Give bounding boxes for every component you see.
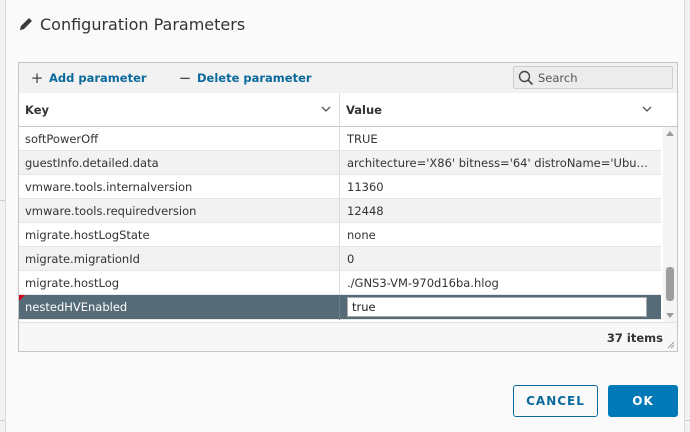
cell-divider — [339, 127, 340, 151]
chevron-down-icon[interactable] — [321, 105, 331, 113]
grid-rows: softPowerOff TRUE guestInfo.detailed.dat… — [19, 127, 661, 322]
value-edit-input[interactable] — [347, 297, 647, 317]
row-key: vmware.tools.requiredversion — [25, 204, 197, 218]
cancel-button[interactable]: CANCEL — [513, 385, 598, 417]
ok-button[interactable]: OK — [608, 385, 678, 417]
row-key: nestedHVEnabled — [25, 300, 128, 314]
item-count: 37 items — [606, 331, 663, 345]
cell-divider — [339, 175, 340, 199]
configuration-parameters-dialog: Configuration Parameters + Add parameter… — [5, 0, 685, 432]
table-row[interactable]: softPowerOff TRUE — [19, 127, 661, 151]
table-row[interactable]: vmware.tools.internalversion 11360 — [19, 175, 661, 199]
row-value: none — [347, 228, 376, 242]
add-parameter-button[interactable]: + Add parameter — [29, 69, 147, 87]
row-value: 12448 — [347, 204, 384, 218]
cell-divider — [339, 247, 340, 271]
cell-divider — [339, 271, 340, 295]
search-box[interactable] — [513, 66, 673, 89]
cell-divider — [339, 295, 340, 320]
grid-footer: 37 items — [19, 322, 677, 351]
dialog-title: Configuration Parameters — [18, 12, 245, 36]
column-header-value-label: Value — [346, 103, 382, 117]
delete-parameter-button[interactable]: − Delete parameter — [177, 69, 312, 87]
scroll-down-arrow-icon[interactable] — [666, 313, 674, 318]
add-parameter-label: Add parameter — [49, 71, 147, 85]
row-key: guestInfo.detailed.data — [25, 156, 159, 170]
row-value: ./GNS3-VM-970d16ba.hlog — [347, 276, 499, 290]
dialog-title-text: Configuration Parameters — [40, 14, 246, 34]
table-row[interactable]: guestInfo.detailed.data architecture='X8… — [19, 151, 661, 175]
resize-handle-icon[interactable] — [667, 341, 675, 349]
row-key: migrate.hostLog — [25, 276, 120, 290]
cell-divider — [339, 199, 340, 223]
table-row[interactable]: vmware.tools.requiredversion 12448 — [19, 199, 661, 223]
row-key: vmware.tools.internalversion — [25, 180, 193, 194]
row-value: TRUE — [347, 132, 378, 146]
row-value: 0 — [347, 252, 355, 266]
table-row[interactable]: migrate.hostLog ./GNS3-VM-970d16ba.hlog — [19, 271, 661, 295]
column-header-value[interactable]: Value — [340, 93, 660, 127]
delete-parameter-label: Delete parameter — [197, 71, 312, 85]
row-value: architecture='X86' bitness='64' distroNa… — [347, 156, 655, 170]
plus-icon: + — [30, 69, 44, 87]
row-key: migrate.migrationId — [25, 252, 140, 266]
scroll-up-arrow-icon[interactable] — [666, 131, 674, 136]
pencil-icon — [20, 18, 32, 30]
parameters-grid: + Add parameter − Delete parameter Key — [18, 62, 678, 352]
table-row[interactable]: migrate.migrationId 0 — [19, 247, 661, 271]
grid-header: Key Value — [19, 93, 677, 127]
grid-toolbar: + Add parameter − Delete parameter — [19, 63, 677, 93]
search-input[interactable] — [538, 70, 658, 85]
table-row-selected[interactable]: nestedHVEnabled — [19, 295, 661, 320]
search-icon — [518, 70, 534, 85]
column-header-key[interactable]: Key — [19, 93, 339, 127]
table-row[interactable]: migrate.hostLogState none — [19, 223, 661, 247]
row-key: migrate.hostLogState — [25, 228, 150, 242]
cell-divider — [339, 151, 340, 175]
vertical-scrollbar[interactable] — [663, 127, 677, 322]
chevron-down-icon[interactable] — [642, 105, 652, 113]
row-value: 11360 — [347, 180, 384, 194]
column-header-key-label: Key — [25, 103, 50, 117]
row-key: softPowerOff — [25, 132, 99, 146]
scrollbar-thumb[interactable] — [666, 267, 674, 301]
minus-icon: − — [178, 69, 192, 87]
cell-divider — [339, 223, 340, 247]
